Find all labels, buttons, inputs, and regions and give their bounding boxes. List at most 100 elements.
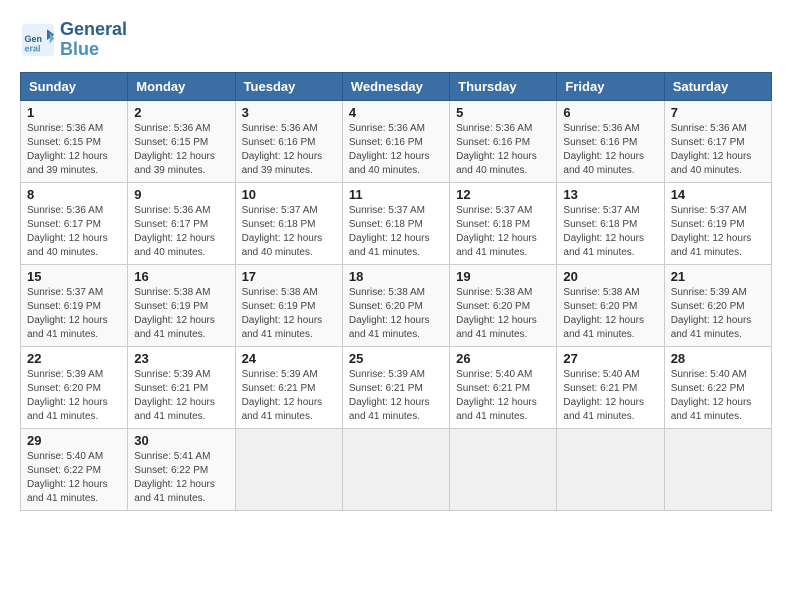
day-number: 29 [27, 433, 121, 448]
day-number: 28 [671, 351, 765, 366]
day-info: Sunrise: 5:36 AMSunset: 6:16 PMDaylight:… [456, 122, 550, 178]
day-info: Sunrise: 5:39 AMSunset: 6:21 PMDaylight:… [349, 368, 443, 424]
logo-general-text: General [60, 20, 127, 40]
day-info: Sunrise: 5:37 AMSunset: 6:18 PMDaylight:… [563, 204, 657, 260]
weekday-header-monday: Monday [128, 72, 235, 100]
calendar-week-row: 22Sunrise: 5:39 AMSunset: 6:20 PMDayligh… [21, 346, 772, 428]
calendar-day-cell: 12Sunrise: 5:37 AMSunset: 6:18 PMDayligh… [450, 182, 557, 264]
day-number: 26 [456, 351, 550, 366]
day-number: 30 [134, 433, 228, 448]
weekday-header-wednesday: Wednesday [342, 72, 449, 100]
day-info: Sunrise: 5:38 AMSunset: 6:19 PMDaylight:… [134, 286, 228, 342]
weekday-header-tuesday: Tuesday [235, 72, 342, 100]
day-info: Sunrise: 5:37 AMSunset: 6:19 PMDaylight:… [27, 286, 121, 342]
calendar-day-cell: 21 Sunrise: 5:39 AMSunset: 6:20 PMDayligh… [664, 264, 771, 346]
day-number: 1 [27, 105, 121, 120]
day-info: Sunrise: 5:40 AMSunset: 6:21 PMDaylight:… [563, 368, 657, 424]
calendar-day-cell: 16 Sunrise: 5:38 AMSunset: 6:19 PMDayligh… [128, 264, 235, 346]
calendar-day-cell: 30 Sunrise: 5:41 AMSunset: 6:22 PMDayligh… [128, 428, 235, 510]
day-info: Sunrise: 5:37 AMSunset: 6:18 PMDaylight:… [349, 204, 443, 260]
calendar-day-cell: 6Sunrise: 5:36 AMSunset: 6:16 PMDaylight… [557, 100, 664, 182]
day-info: Sunrise: 5:38 AMSunset: 6:20 PMDaylight:… [349, 286, 443, 342]
day-number: 3 [242, 105, 336, 120]
day-info: Sunrise: 5:39 AMSunset: 6:21 PMDaylight:… [134, 368, 228, 424]
logo-icon: Gen eral [20, 22, 56, 58]
day-number: 19 [456, 269, 550, 284]
calendar-week-row: 1 Sunrise: 5:36 AMSunset: 6:15 PMDaylight… [21, 100, 772, 182]
calendar-day-cell: 24Sunrise: 5:39 AMSunset: 6:21 PMDayligh… [235, 346, 342, 428]
weekday-header-saturday: Saturday [664, 72, 771, 100]
calendar-day-cell: 22Sunrise: 5:39 AMSunset: 6:20 PMDayligh… [21, 346, 128, 428]
day-number: 5 [456, 105, 550, 120]
day-info: Sunrise: 5:36 AMSunset: 6:17 PMDaylight:… [671, 122, 765, 178]
calendar-week-row: 8 Sunrise: 5:36 AMSunset: 6:17 PMDaylight… [21, 182, 772, 264]
day-number: 23 [134, 351, 228, 366]
day-number: 7 [671, 105, 765, 120]
day-info: Sunrise: 5:39 AMSunset: 6:20 PMDaylight:… [27, 368, 121, 424]
calendar-day-cell: 10Sunrise: 5:37 AMSunset: 6:18 PMDayligh… [235, 182, 342, 264]
day-number: 2 [134, 105, 228, 120]
calendar-day-cell: 26 Sunrise: 5:40 AMSunset: 6:21 PMDayligh… [450, 346, 557, 428]
calendar-day-cell: 17 Sunrise: 5:38 AMSunset: 6:19 PMDayligh… [235, 264, 342, 346]
calendar-day-cell: 2 Sunrise: 5:36 AMSunset: 6:15 PMDaylight… [128, 100, 235, 182]
day-info: Sunrise: 5:36 AMSunset: 6:15 PMDaylight:… [27, 122, 121, 178]
day-number: 20 [563, 269, 657, 284]
day-info: Sunrise: 5:40 AMSunset: 6:22 PMDaylight:… [671, 368, 765, 424]
day-info: Sunrise: 5:40 AMSunset: 6:21 PMDaylight:… [456, 368, 550, 424]
day-number: 4 [349, 105, 443, 120]
calendar-day-cell: 19 Sunrise: 5:38 AMSunset: 6:20 PMDayligh… [450, 264, 557, 346]
day-number: 24 [242, 351, 336, 366]
calendar-day-cell: 13 Sunrise: 5:37 AMSunset: 6:18 PMDayligh… [557, 182, 664, 264]
calendar-day-cell: 11 Sunrise: 5:37 AMSunset: 6:18 PMDayligh… [342, 182, 449, 264]
day-number: 14 [671, 187, 765, 202]
day-info: Sunrise: 5:36 AMSunset: 6:17 PMDaylight:… [134, 204, 228, 260]
calendar-week-row: 29 Sunrise: 5:40 AMSunset: 6:22 PMDayligh… [21, 428, 772, 510]
day-number: 15 [27, 269, 121, 284]
calendar-day-cell: 4 Sunrise: 5:36 AMSunset: 6:16 PMDaylight… [342, 100, 449, 182]
day-info: Sunrise: 5:40 AMSunset: 6:22 PMDaylight:… [27, 450, 121, 506]
calendar-day-cell: 7 Sunrise: 5:36 AMSunset: 6:17 PMDaylight… [664, 100, 771, 182]
day-number: 17 [242, 269, 336, 284]
calendar-day-cell [664, 428, 771, 510]
calendar-day-cell [450, 428, 557, 510]
calendar-day-cell: 25Sunrise: 5:39 AMSunset: 6:21 PMDayligh… [342, 346, 449, 428]
calendar-day-cell: 20 Sunrise: 5:38 AMSunset: 6:20 PMDayligh… [557, 264, 664, 346]
day-info: Sunrise: 5:41 AMSunset: 6:22 PMDaylight:… [134, 450, 228, 506]
day-number: 27 [563, 351, 657, 366]
calendar-day-cell: 5 Sunrise: 5:36 AMSunset: 6:16 PMDaylight… [450, 100, 557, 182]
svg-text:Gen: Gen [25, 34, 43, 44]
day-number: 12 [456, 187, 550, 202]
calendar: SundayMondayTuesdayWednesdayThursdayFrid… [20, 72, 772, 511]
day-number: 21 [671, 269, 765, 284]
day-info: Sunrise: 5:36 AMSunset: 6:16 PMDaylight:… [242, 122, 336, 178]
day-number: 16 [134, 269, 228, 284]
calendar-day-cell: 27 Sunrise: 5:40 AMSunset: 6:21 PMDayligh… [557, 346, 664, 428]
calendar-day-cell [557, 428, 664, 510]
day-info: Sunrise: 5:36 AMSunset: 6:17 PMDaylight:… [27, 204, 121, 260]
day-info: Sunrise: 5:36 AMSunset: 6:16 PMDaylight:… [349, 122, 443, 178]
calendar-day-cell [235, 428, 342, 510]
day-number: 9 [134, 187, 228, 202]
day-info: Sunrise: 5:38 AMSunset: 6:20 PMDaylight:… [456, 286, 550, 342]
day-info: Sunrise: 5:36 AMSunset: 6:15 PMDaylight:… [134, 122, 228, 178]
day-info: Sunrise: 5:38 AMSunset: 6:19 PMDaylight:… [242, 286, 336, 342]
calendar-week-row: 15 Sunrise: 5:37 AMSunset: 6:19 PMDayligh… [21, 264, 772, 346]
day-number: 11 [349, 187, 443, 202]
calendar-day-cell: 3 Sunrise: 5:36 AMSunset: 6:16 PMDaylight… [235, 100, 342, 182]
day-number: 13 [563, 187, 657, 202]
calendar-day-cell: 15 Sunrise: 5:37 AMSunset: 6:19 PMDayligh… [21, 264, 128, 346]
calendar-day-cell: 23 Sunrise: 5:39 AMSunset: 6:21 PMDayligh… [128, 346, 235, 428]
day-info: Sunrise: 5:38 AMSunset: 6:20 PMDaylight:… [563, 286, 657, 342]
weekday-header-sunday: Sunday [21, 72, 128, 100]
weekday-header-row: SundayMondayTuesdayWednesdayThursdayFrid… [21, 72, 772, 100]
calendar-day-cell: 18Sunrise: 5:38 AMSunset: 6:20 PMDayligh… [342, 264, 449, 346]
day-info: Sunrise: 5:37 AMSunset: 6:19 PMDaylight:… [671, 204, 765, 260]
calendar-day-cell: 14 Sunrise: 5:37 AMSunset: 6:19 PMDayligh… [664, 182, 771, 264]
weekday-header-thursday: Thursday [450, 72, 557, 100]
day-number: 8 [27, 187, 121, 202]
day-number: 6 [563, 105, 657, 120]
calendar-day-cell [342, 428, 449, 510]
day-number: 10 [242, 187, 336, 202]
day-info: Sunrise: 5:39 AMSunset: 6:20 PMDaylight:… [671, 286, 765, 342]
calendar-day-cell: 8 Sunrise: 5:36 AMSunset: 6:17 PMDaylight… [21, 182, 128, 264]
